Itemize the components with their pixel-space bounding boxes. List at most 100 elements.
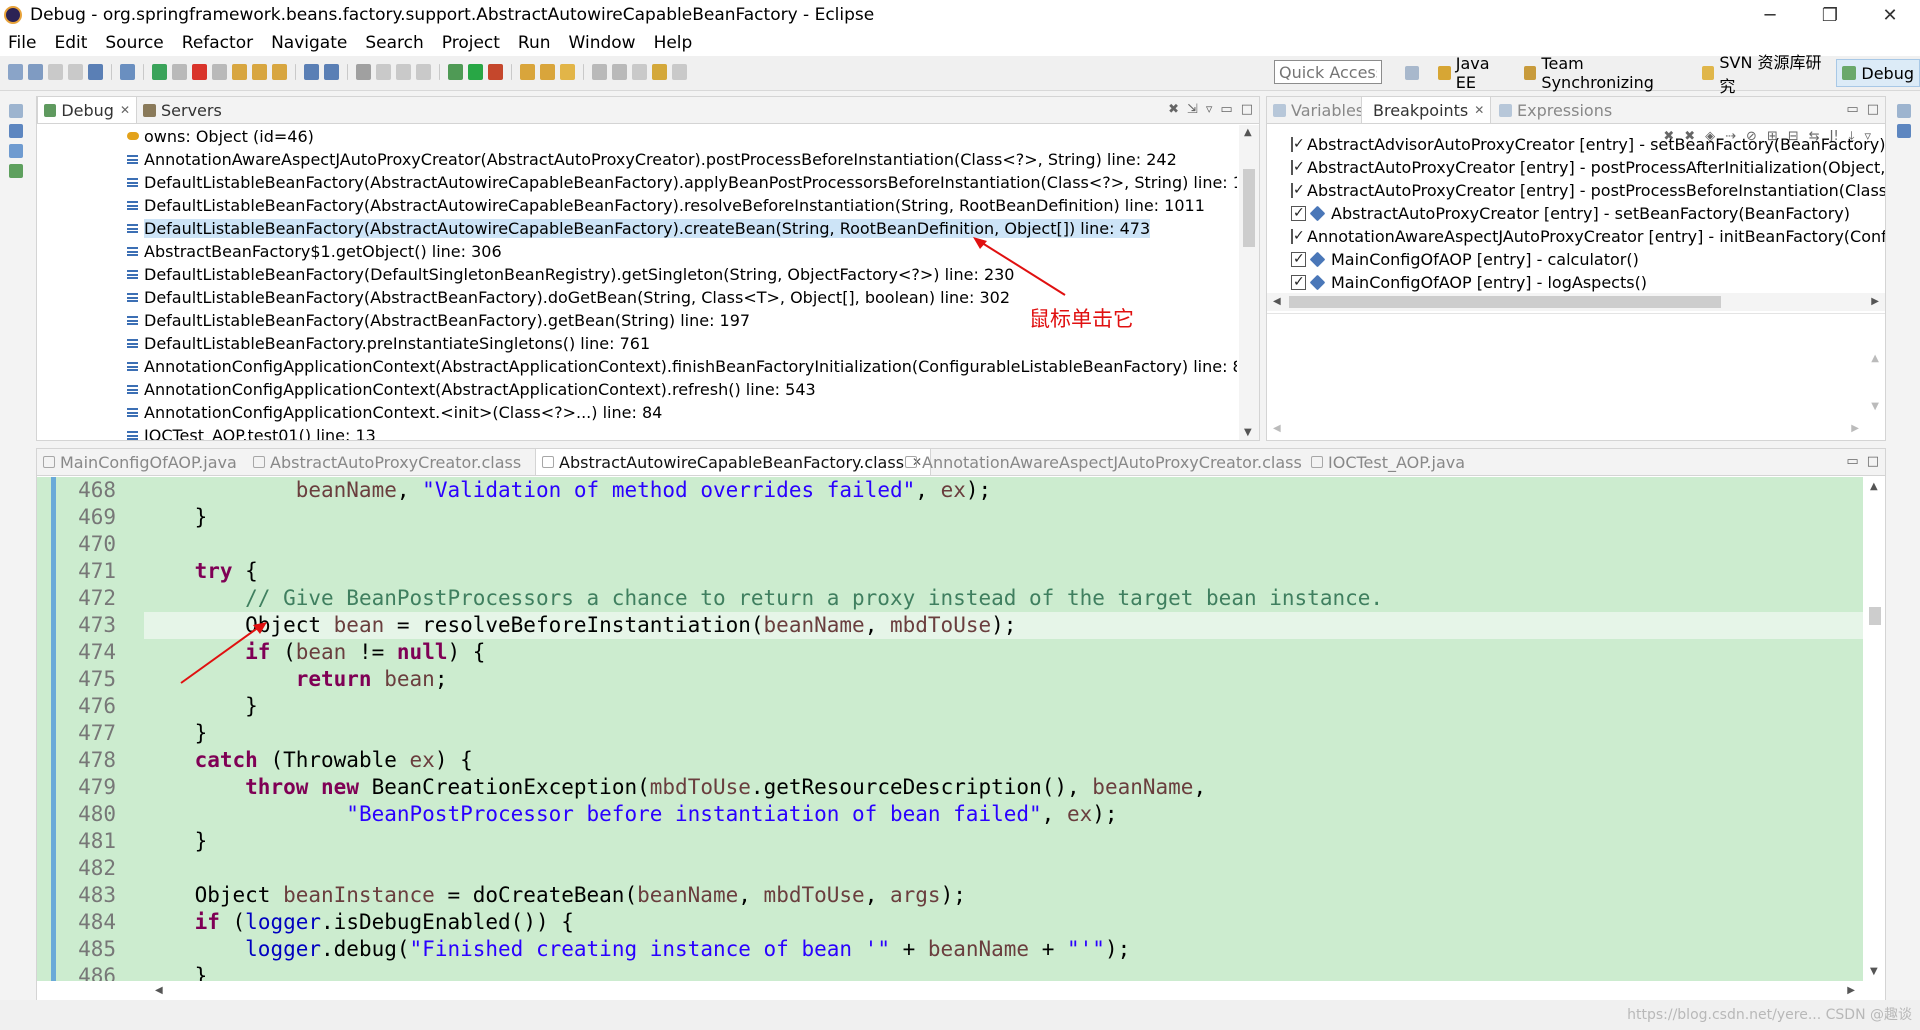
scroll-right-icon[interactable]: ▶ bbox=[1847, 985, 1855, 996]
open-perspective-button[interactable] bbox=[1400, 60, 1429, 86]
scroll-up-icon[interactable]: ▲ bbox=[1244, 127, 1252, 138]
window-icon[interactable] bbox=[88, 64, 103, 80]
collapse-icon[interactable]: ⇲ bbox=[1187, 102, 1198, 117]
close-tab-icon[interactable]: ✕ bbox=[1474, 103, 1484, 117]
detail-scroll-left-icon[interactable]: ◀ bbox=[1273, 423, 1281, 434]
breakpoint-checkbox[interactable] bbox=[1291, 133, 1305, 156]
scroll-left-icon[interactable]: ◀ bbox=[1273, 296, 1281, 307]
search-icon[interactable] bbox=[560, 64, 575, 80]
detail-scroll-up-icon[interactable]: ▲ bbox=[1871, 353, 1879, 364]
list-item[interactable]: AnnotationConfigApplicationContext.<init… bbox=[37, 401, 1237, 424]
external-tools-icon[interactable] bbox=[488, 64, 503, 80]
save-all-icon[interactable] bbox=[48, 64, 63, 80]
menu-file[interactable]: File bbox=[0, 33, 45, 53]
debug-vertical-scrollbar[interactable]: ▲ ▼ bbox=[1239, 125, 1259, 440]
save-icon[interactable] bbox=[28, 64, 43, 80]
list-item[interactable]: AbstractAutoProxyCreator [entry] - postP… bbox=[1267, 156, 1885, 179]
list-item[interactable]: DefaultListableBeanFactory(AbstractAutow… bbox=[37, 194, 1237, 217]
scroll-right-icon[interactable]: ▶ bbox=[1871, 296, 1879, 307]
use-step-filters-icon[interactable] bbox=[324, 64, 339, 80]
remove-launches-icon[interactable]: ✖ bbox=[1168, 102, 1179, 117]
previous-annotation-icon[interactable] bbox=[612, 64, 627, 80]
forward-icon[interactable] bbox=[672, 64, 687, 80]
minimize-view-icon[interactable]: ▭ bbox=[1220, 102, 1232, 117]
tab-servers[interactable]: Servers bbox=[137, 97, 222, 123]
suspend-icon[interactable] bbox=[172, 64, 187, 80]
menu-edit[interactable]: Edit bbox=[45, 33, 96, 53]
editor-horizontal-scrollbar[interactable]: ◀ ▶ bbox=[117, 981, 1863, 1001]
list-item[interactable]: AnnotationConfigApplicationContext(Abstr… bbox=[37, 355, 1237, 378]
menu-source[interactable]: Source bbox=[96, 33, 172, 53]
tab-mainconfigofaop[interactable]: MainConfigOfAOP.java bbox=[37, 449, 237, 475]
format-icon[interactable] bbox=[396, 64, 411, 80]
list-item[interactable]: IOCTest_AOP.test01() line: 13 bbox=[37, 424, 1237, 440]
code-area[interactable]: 468 beanName, "Validation of method over… bbox=[37, 477, 1863, 981]
close-button[interactable]: ✕ bbox=[1860, 0, 1920, 30]
list-item[interactable]: DefaultListableBeanFactory.preInstantiat… bbox=[37, 332, 1237, 355]
run-icon[interactable] bbox=[468, 64, 483, 80]
restore-button[interactable]: ❐ bbox=[1800, 0, 1860, 30]
menu-search[interactable]: Search bbox=[356, 33, 432, 53]
scroll-thumb[interactable] bbox=[1869, 607, 1881, 625]
list-item[interactable]: AbstractAutoProxyCreator [entry] - postP… bbox=[1267, 179, 1885, 202]
breakpoint-checkbox[interactable] bbox=[1291, 225, 1305, 248]
drop-to-frame-icon[interactable] bbox=[304, 64, 319, 80]
skip-breakpoints-icon[interactable] bbox=[120, 64, 135, 80]
list-item[interactable]: MainConfigOfAOP [entry] - calculator() bbox=[1267, 248, 1885, 271]
back-icon[interactable] bbox=[652, 64, 667, 80]
close-tab-icon[interactable]: ✕ bbox=[120, 103, 130, 117]
scroll-up-icon[interactable]: ▲ bbox=[1870, 481, 1878, 492]
detail-scroll-right-icon[interactable]: ▶ bbox=[1851, 423, 1859, 434]
scroll-thumb[interactable] bbox=[1243, 169, 1255, 247]
quick-access-input[interactable] bbox=[1274, 60, 1382, 84]
step-over-icon[interactable] bbox=[252, 64, 267, 80]
menu-help[interactable]: Help bbox=[645, 33, 702, 53]
outline-view-icon[interactable] bbox=[1897, 124, 1911, 138]
restore-right-icon[interactable] bbox=[1897, 104, 1911, 118]
tab-annotationawareaspectjautoproxycreator[interactable]: AnnotationAwareAspectJAutoProxyCreator.c… bbox=[899, 449, 1302, 475]
list-item[interactable]: AnnotationAwareAspectJAutoProxyCreator(A… bbox=[37, 148, 1237, 171]
minimize-editor-icon[interactable]: ▭ bbox=[1846, 454, 1858, 469]
list-item[interactable]: AnnotationConfigApplicationContext(Abstr… bbox=[37, 378, 1237, 401]
perspective-debug[interactable]: Debug bbox=[1836, 59, 1920, 87]
breakpoint-checkbox[interactable] bbox=[1291, 156, 1305, 179]
list-item[interactable]: MainConfigOfAOP [entry] - logAspects() bbox=[1267, 271, 1885, 294]
console-icon[interactable] bbox=[9, 164, 23, 178]
step-into-icon[interactable] bbox=[232, 64, 247, 80]
tab-variables[interactable]: Variables bbox=[1267, 97, 1364, 123]
minimize-view-icon[interactable]: ▭ bbox=[1846, 102, 1858, 117]
perspective-team-sync[interactable]: Team Synchronizing bbox=[1519, 54, 1693, 92]
next-annotation-icon[interactable] bbox=[592, 64, 607, 80]
menu-navigate[interactable]: Navigate bbox=[262, 33, 356, 53]
tab-abstractautowirecapablebeanfactory[interactable]: AbstractAutowireCapableBeanFactory.class… bbox=[535, 449, 932, 475]
list-item[interactable]: AbstractAutoProxyCreator [entry] - setBe… bbox=[1267, 202, 1885, 225]
scroll-thumb[interactable] bbox=[1289, 296, 1721, 308]
tab-breakpoints[interactable]: Breakpoints ✕ bbox=[1361, 97, 1491, 123]
breakpoint-checkbox[interactable] bbox=[1291, 248, 1306, 271]
tab-expressions[interactable]: Expressions bbox=[1493, 97, 1612, 123]
detail-scroll-down-icon[interactable]: ▼ bbox=[1871, 401, 1879, 412]
open-type-icon[interactable] bbox=[356, 64, 371, 80]
new-icon[interactable] bbox=[8, 64, 23, 80]
tab-ioctest-aop[interactable]: IOCTest_AOP.java bbox=[1305, 449, 1465, 475]
menu-window[interactable]: Window bbox=[560, 33, 645, 53]
open-folder-icon[interactable] bbox=[520, 64, 535, 80]
scroll-down-icon[interactable]: ▼ bbox=[1244, 427, 1252, 438]
navigator-icon[interactable] bbox=[9, 144, 23, 158]
outline-icon[interactable] bbox=[416, 64, 431, 80]
list-item[interactable]: AnnotationAwareAspectJAutoProxyCreator [… bbox=[1267, 225, 1885, 248]
menu-refactor[interactable]: Refactor bbox=[173, 33, 262, 53]
disconnect-icon[interactable] bbox=[212, 64, 227, 80]
maximize-view-icon[interactable]: □ bbox=[1867, 102, 1879, 117]
list-item[interactable]: DefaultListableBeanFactory(AbstractAutow… bbox=[37, 171, 1237, 194]
view-menu-icon[interactable]: ▿ bbox=[1206, 102, 1213, 117]
restore-view-icon[interactable] bbox=[9, 104, 23, 118]
resume-icon[interactable] bbox=[152, 64, 167, 80]
breakpoint-checkbox[interactable] bbox=[1291, 202, 1306, 225]
terminate-icon[interactable] bbox=[192, 64, 207, 80]
tab-debug[interactable]: Debug ✕ bbox=[37, 97, 137, 123]
menu-project[interactable]: Project bbox=[433, 33, 509, 53]
minimize-button[interactable]: ─ bbox=[1740, 0, 1800, 30]
list-item[interactable]: AbstractAdvisorAutoProxyCreator [entry] … bbox=[1267, 133, 1885, 156]
toggle-icon[interactable] bbox=[376, 64, 391, 80]
